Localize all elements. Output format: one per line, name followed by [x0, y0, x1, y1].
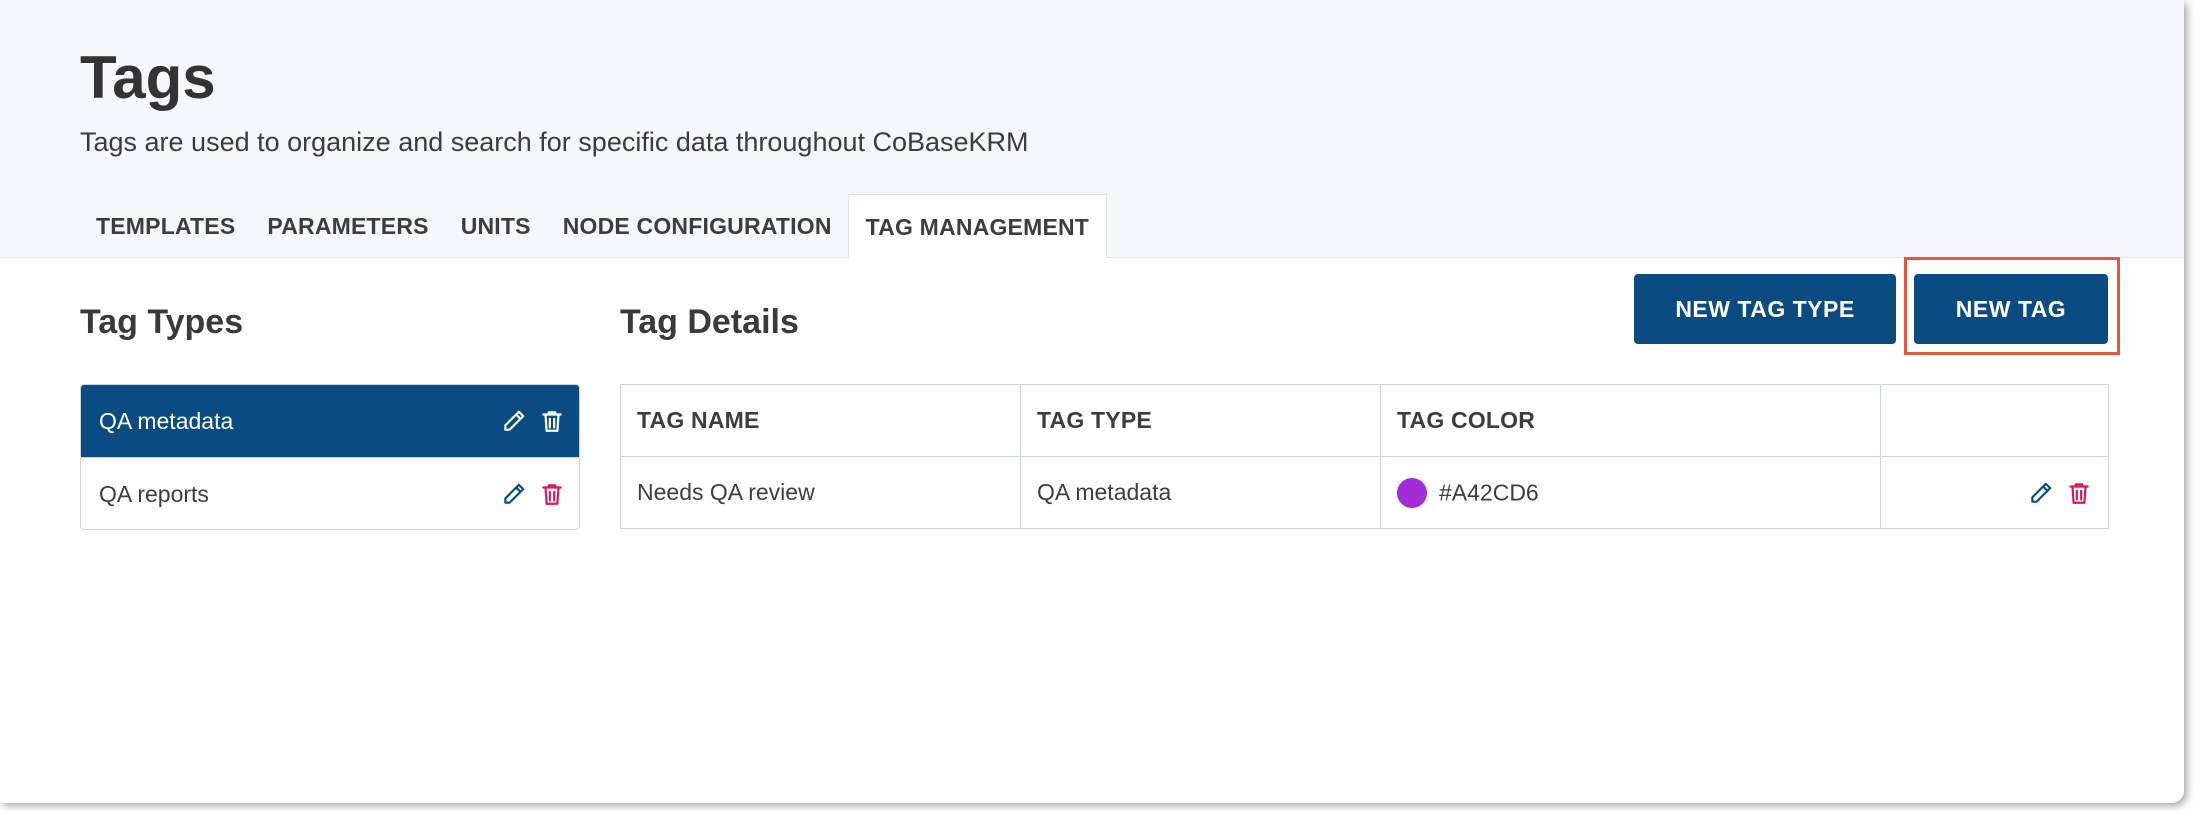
row-actions: [1897, 480, 2092, 506]
tag-type-actions: [501, 385, 565, 457]
tag-type-label: QA reports: [99, 481, 209, 507]
table-row: Needs QA review QA metadata #A42CD6: [620, 456, 2109, 529]
trash-icon[interactable]: [2066, 480, 2092, 506]
tag-type-label: QA metadata: [99, 408, 234, 434]
trash-icon[interactable]: [539, 408, 565, 434]
tag-color-cell: #A42CD6: [1380, 456, 1881, 529]
table-header-row: TAG NAME TAG TYPE TAG COLOR: [620, 384, 2109, 457]
page-title: Tags: [80, 44, 216, 111]
column-header-tag-name: TAG NAME: [620, 384, 1021, 457]
new-tag-type-button[interactable]: NEW TAG TYPE: [1634, 274, 1896, 344]
color-hex-label: #A42CD6: [1439, 479, 1539, 505]
app-window: Tags Tags are used to organize and searc…: [0, 0, 2184, 803]
column-header-tag-color: TAG COLOR: [1380, 384, 1881, 457]
column-header-actions: [1880, 384, 2109, 457]
tag-type-item[interactable]: QA metadata: [81, 385, 579, 457]
color-swatch: [1397, 477, 1427, 508]
tag-details-table: TAG NAME TAG TYPE TAG COLOR Needs QA rev…: [620, 384, 2109, 529]
row-actions-cell: [1880, 456, 2109, 529]
tab-tag-management[interactable]: TAG MANAGEMENT: [847, 194, 1108, 258]
column-header-tag-type: TAG TYPE: [1020, 384, 1381, 457]
tag-types-heading: Tag Types: [80, 303, 244, 341]
page-subtitle: Tags are used to organize and search for…: [80, 127, 1029, 157]
tag-details-heading: Tag Details: [620, 303, 799, 341]
tag-type-actions: [501, 458, 565, 529]
pencil-icon[interactable]: [501, 408, 527, 434]
tab-bar: TEMPLATES PARAMETERS UNITS NODE CONFIGUR…: [80, 194, 1108, 258]
tab-templates[interactable]: TEMPLATES: [80, 194, 251, 258]
tag-type-item[interactable]: QA reports: [81, 457, 579, 529]
page-header: Tags Tags are used to organize and searc…: [0, 0, 2184, 258]
tag-name-cell: Needs QA review: [620, 456, 1021, 529]
new-tag-highlight-box: [1904, 257, 2120, 355]
tab-units[interactable]: UNITS: [445, 194, 547, 258]
tab-parameters[interactable]: PARAMETERS: [251, 194, 444, 258]
trash-icon[interactable]: [539, 481, 565, 507]
pencil-icon[interactable]: [501, 481, 527, 507]
tag-types-list: QA metadata QA reports: [80, 384, 580, 530]
tag-type-cell: QA metadata: [1020, 456, 1381, 529]
pencil-icon[interactable]: [2028, 480, 2054, 506]
tab-node-configuration[interactable]: NODE CONFIGURATION: [547, 194, 848, 258]
